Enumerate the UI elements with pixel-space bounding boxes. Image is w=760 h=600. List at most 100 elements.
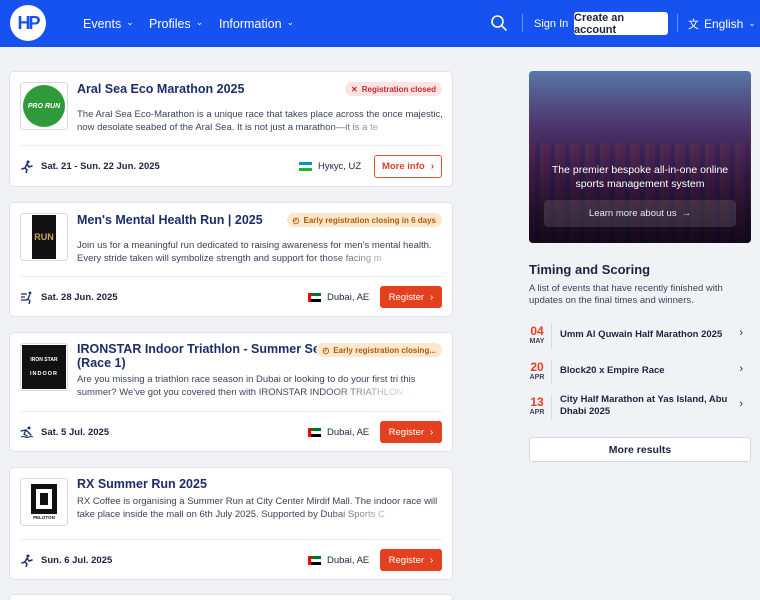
nav-profiles[interactable]: Profiles ⌄ (149, 0, 203, 47)
card-divider (20, 276, 442, 277)
arrow-right-icon: → (681, 208, 692, 219)
event-title[interactable]: Men's Mental Health Run | 2025 (77, 213, 263, 227)
chevron-down-icon: ⌄ (286, 17, 295, 27)
more-results-button[interactable]: More results (529, 437, 751, 462)
translate-icon: 文 (688, 18, 699, 31)
event-card[interactable] (9, 594, 453, 600)
event-card[interactable]: RUN Men's Mental Health Run | 2025 ◴ Earl… (9, 202, 453, 317)
chevron-down-icon: ⌄ (126, 17, 134, 27)
event-title-line1: IRONSTAR Indoor Triathlon - Summer Serie… (77, 342, 343, 356)
result-name: Block20 x Empire Race (560, 365, 665, 376)
result-name: Umm Al Quwain Half Marathon 2025 (560, 329, 723, 340)
clock-icon: ◴ (292, 215, 300, 225)
flag-uz-icon (299, 162, 312, 171)
register-button[interactable]: Register › (380, 549, 442, 571)
register-button[interactable]: Register › (380, 286, 442, 308)
nav-information[interactable]: Information ⌄ (219, 0, 294, 47)
card-divider (20, 411, 442, 412)
thumb-logo-text: PELOTON (33, 515, 55, 520)
chevron-down-icon: ⌄ (748, 18, 756, 28)
language-label: English (704, 16, 744, 31)
search-icon[interactable] (490, 14, 508, 32)
result-day: 20 (530, 360, 544, 374)
clock-icon: ◴ (322, 345, 330, 355)
status-badge-label: Early registration closing in 6 days (303, 215, 437, 225)
learn-more-label: Learn more about us (588, 208, 677, 219)
result-day: 13 (530, 395, 544, 409)
nav-events[interactable]: Events ⌄ (83, 0, 134, 47)
event-location-label: Dubai, AE (327, 292, 370, 303)
timing-title: Timing and Scoring (529, 262, 651, 277)
event-thumbnail: PRO RUN (20, 82, 68, 130)
chevron-right-icon: › (739, 398, 743, 410)
event-location: Dubai, AE (308, 555, 369, 566)
event-location-label: Нукус, UZ (318, 161, 362, 172)
status-badge: ✕ Registration closed (345, 82, 442, 96)
event-card[interactable]: PRO RUN Aral Sea Eco Marathon 2025 ✕ Regi… (9, 71, 453, 187)
thumb-logo-text: PRO RUN (27, 102, 61, 110)
more-info-button[interactable]: More info › (374, 155, 442, 178)
result-month: APR (529, 374, 545, 381)
status-badge: ◴ Early registration closing in 6 days (286, 213, 442, 227)
result-row[interactable]: 13 APR City Half Marathon at Yas Island,… (529, 394, 751, 426)
event-title[interactable]: Aral Sea Eco Marathon 2025 (77, 82, 244, 96)
divider (551, 323, 552, 349)
divider (522, 14, 523, 32)
register-button[interactable]: Register › (380, 421, 442, 443)
chevron-right-icon: › (430, 291, 434, 303)
running-icon (21, 160, 33, 173)
top-nav-bar: HP Events ⌄ Profiles ⌄ Information ⌄ Sign I… (0, 0, 760, 47)
logo[interactable]: HP (10, 5, 46, 41)
result-row[interactable]: 20 APR Block20 x Empire Race › (529, 359, 751, 391)
event-description: The Aral Sea Eco-Marathon is a unique ra… (77, 108, 445, 134)
logo-text: HP (17, 12, 40, 33)
result-month: MAY (529, 338, 545, 345)
event-title[interactable]: RX Summer Run 2025 (77, 477, 207, 491)
card-divider (20, 539, 442, 540)
nav-events-label: Events (83, 16, 122, 31)
divider (677, 14, 678, 32)
learn-more-button[interactable]: Learn more about us → (544, 200, 736, 227)
event-card[interactable]: PELOTON RX Summer Run 2025 RX Coffee is … (9, 467, 453, 580)
running-icon (21, 291, 32, 304)
close-icon: ✕ (351, 84, 358, 94)
status-badge-label: Early registration closing... (333, 345, 436, 355)
event-location: Нукус, UZ (299, 161, 361, 172)
nav-profiles-label: Profiles (149, 16, 191, 31)
event-thumbnail: IRON STAR INDOOR (20, 343, 68, 391)
event-card[interactable]: IRON STAR INDOOR IRONSTAR Indoor Triathl… (9, 332, 453, 452)
status-badge: ◴ Early registration closing... (316, 343, 442, 357)
event-description: Join us for a meaningful run dedicated t… (77, 239, 445, 265)
language-selector[interactable]: 文 English ⌄ (688, 0, 756, 47)
event-date: Sun. 6 Jul. 2025 (41, 555, 113, 566)
card-divider (20, 145, 442, 146)
running-icon (21, 554, 33, 567)
event-location: Dubai, AE (308, 292, 369, 303)
chevron-right-icon: › (430, 554, 434, 566)
divider (551, 394, 552, 420)
result-month: APR (529, 409, 545, 416)
thumb-logo-text: IRON STAR (30, 357, 58, 363)
event-date: Sat. 21 - Sun. 22 Jun. 2025 (41, 161, 160, 172)
create-account-button[interactable]: Create an account (574, 12, 668, 36)
result-row[interactable]: 04 MAY Umm Al Quwain Half Marathon 2025 … (529, 323, 751, 355)
register-label: Register (388, 554, 425, 566)
thumb-logo-text: RUN (34, 232, 54, 242)
promo-text: The premier bespoke all-in-one online sp… (551, 164, 729, 190)
more-info-label: More info (381, 161, 425, 172)
chevron-right-icon: › (739, 327, 743, 339)
event-date: Sat. 5 Jul. 2025 (41, 427, 110, 438)
event-title[interactable]: IRONSTAR Indoor Triathlon - Summer Serie… (77, 342, 342, 370)
event-location-label: Dubai, AE (327, 555, 370, 566)
flag-ae-icon (308, 556, 321, 565)
event-location-label: Dubai, AE (327, 427, 370, 438)
event-thumbnail: PELOTON (20, 478, 68, 526)
promo-banner: The premier bespoke all-in-one online sp… (529, 71, 751, 243)
event-title-line2: (Race 1) (77, 356, 126, 370)
sign-in-link[interactable]: Sign In (534, 0, 568, 47)
thumb-logo-subtext: INDOOR (30, 371, 58, 377)
status-badge-label: Registration closed (361, 84, 436, 94)
chevron-right-icon: › (430, 161, 435, 172)
divider (551, 359, 552, 385)
chevron-right-icon: › (739, 363, 743, 375)
